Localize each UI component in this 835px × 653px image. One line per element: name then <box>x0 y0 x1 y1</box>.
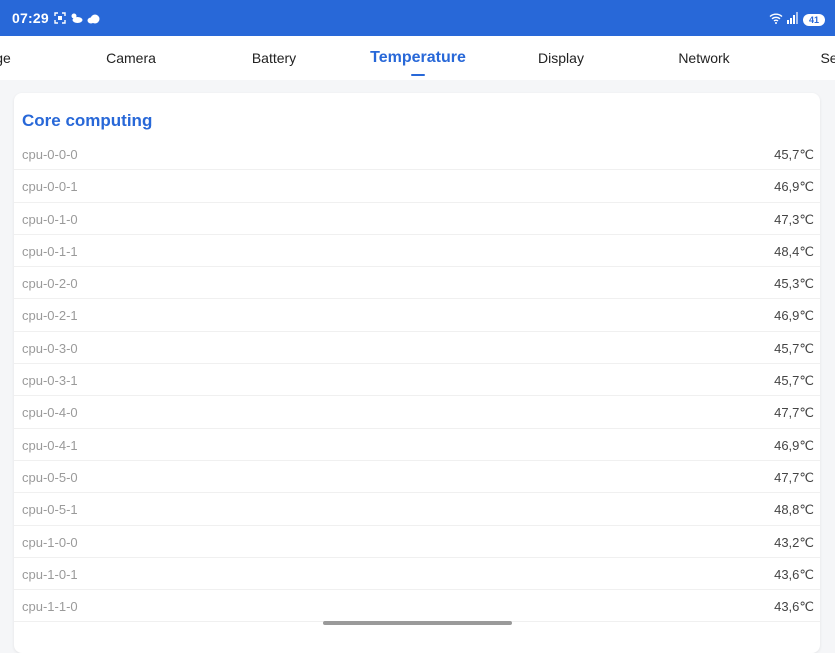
sensor-name: cpu-0-4-0 <box>22 405 78 421</box>
sensor-value: 45,7℃ <box>774 373 814 389</box>
section-title: Core computing <box>22 111 153 130</box>
sensor-name: cpu-0-5-0 <box>22 469 78 485</box>
list-item: cpu-0-1-1 48,4℃ <box>14 235 820 268</box>
core-computing-card: Core computing cpu-0-0-0 45,7℃ cpu-0-0-1 4… <box>14 93 820 653</box>
sensor-value: 45,7℃ <box>774 147 814 162</box>
sensor-value: 47,7℃ <box>774 469 814 485</box>
sensor-name: cpu-1-0-1 <box>22 566 78 582</box>
sensor-value: 48,4℃ <box>774 243 814 259</box>
sensor-value: 43,2℃ <box>774 534 814 550</box>
tab-battery[interactable]: Battery <box>252 50 296 66</box>
sensor-value: 46,9℃ <box>774 179 814 195</box>
sensor-name: cpu-0-0-0 <box>22 147 78 162</box>
sensor-name: cpu-0-1-0 <box>22 211 78 227</box>
wifi-icon <box>769 11 783 29</box>
list-item: cpu-1-0-0 43,2℃ <box>14 526 820 558</box>
weather-icon <box>70 11 83 29</box>
sensor-name: cpu-0-2-1 <box>22 308 78 324</box>
sensor-name: cpu-0-4-1 <box>22 437 78 453</box>
tab-storage[interactable]: ge <box>0 50 11 66</box>
tab-network[interactable]: Network <box>678 50 729 66</box>
sensor-name: cpu-0-5-1 <box>22 502 78 518</box>
list-item: cpu-0-0-1 46,9℃ <box>14 170 820 203</box>
list-item: cpu-0-3-1 45,7℃ <box>14 364 820 397</box>
tab-display[interactable]: Display <box>538 50 584 66</box>
cloud-icon <box>87 11 100 29</box>
sensor-name: cpu-0-0-1 <box>22 179 78 195</box>
list-item: cpu-0-5-0 47,7℃ <box>14 461 820 494</box>
sensor-name: cpu-0-3-1 <box>22 373 78 389</box>
sensor-value: 47,7℃ <box>774 405 814 421</box>
temperature-list: cpu-0-0-0 45,7℃ cpu-0-0-1 46,9℃ cpu-0-1-0 4… <box>14 138 820 623</box>
tab-active-indicator <box>411 74 425 76</box>
sensor-value: 45,3℃ <box>774 276 814 292</box>
list-item: cpu-0-4-1 46,9℃ <box>14 429 820 461</box>
sensor-value: 46,9℃ <box>774 437 814 453</box>
list-item: cpu-0-1-0 47,3℃ <box>14 203 820 235</box>
list-item: cpu-0-5-1 48,8℃ <box>14 493 820 526</box>
list-item: cpu-0-2-0 45,3℃ <box>14 267 820 300</box>
list-item: cpu-0-2-1 46,9℃ <box>14 299 820 332</box>
tab-sensors[interactable]: Se <box>820 50 835 66</box>
signal-icon <box>787 11 799 29</box>
sensor-value: 43,6℃ <box>774 566 814 582</box>
tab-temperature[interactable]: Temperature <box>370 49 466 67</box>
sensor-name: cpu-1-1-0 <box>22 599 78 615</box>
list-item: cpu-0-4-0 47,7℃ <box>14 396 820 429</box>
status-notification-icons <box>54 11 100 29</box>
sensor-name: cpu-0-3-0 <box>22 340 78 356</box>
status-time: 07:29 <box>12 10 49 26</box>
tab-camera[interactable]: Camera <box>106 50 156 66</box>
battery-icon: 41 <box>803 14 825 26</box>
sensor-value: 48,8℃ <box>774 502 814 518</box>
sensor-value: 43,6℃ <box>774 599 814 615</box>
sensor-value: 47,3℃ <box>774 211 814 227</box>
status-bar: 07:29 41 <box>0 0 835 36</box>
status-system-icons: 41 <box>769 11 825 29</box>
list-item: cpu-0-0-0 45,7℃ <box>14 138 820 171</box>
list-item: cpu-1-1-0 43,6℃ <box>14 590 820 623</box>
home-indicator[interactable] <box>323 621 512 625</box>
sensor-name: cpu-1-0-0 <box>22 534 78 550</box>
sensor-name: cpu-0-1-1 <box>22 243 78 259</box>
list-item: cpu-1-0-1 43,6℃ <box>14 558 820 591</box>
sensor-value: 46,9℃ <box>774 308 814 324</box>
list-item: cpu-0-3-0 45,7℃ <box>14 332 820 365</box>
screenshot-icon <box>54 11 66 29</box>
sensor-value: 45,7℃ <box>774 340 814 356</box>
sensor-name: cpu-0-2-0 <box>22 276 78 292</box>
